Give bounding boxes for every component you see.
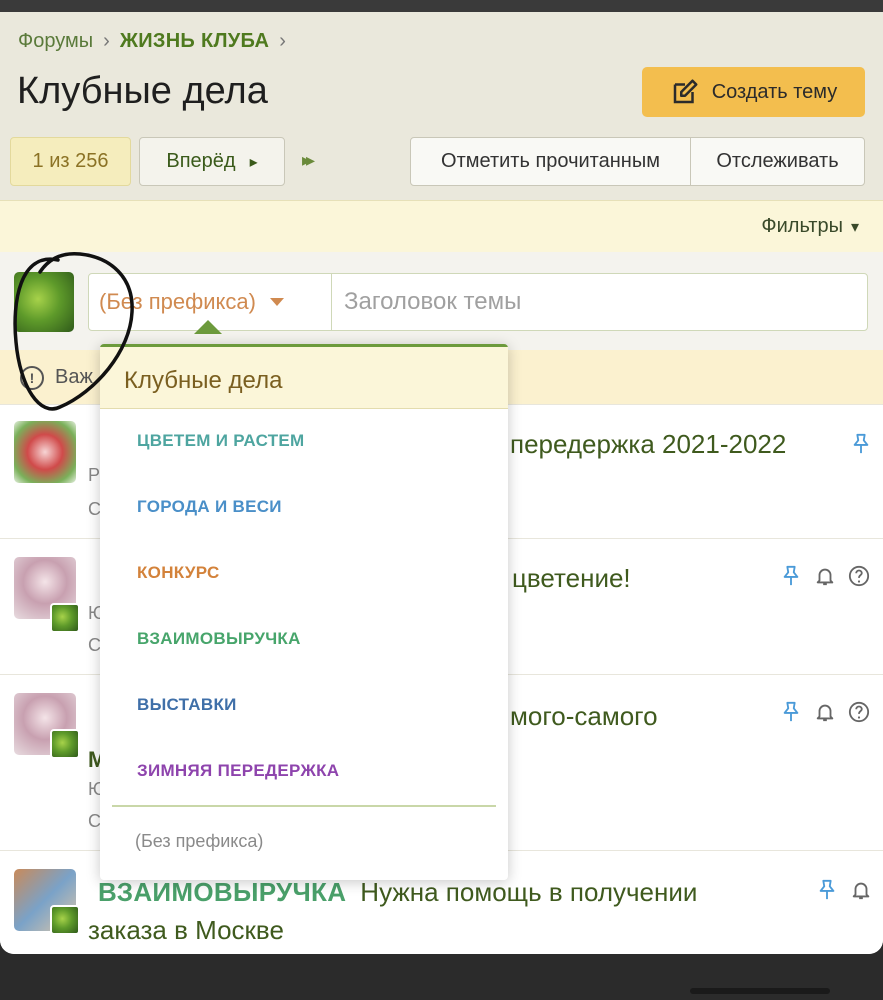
thread-icons [780, 565, 870, 587]
thread-title-continued[interactable]: заказа в Москве [88, 915, 284, 946]
avatar-badge [50, 603, 80, 633]
dropdown-group-header: Клубные дела [100, 347, 508, 409]
edit-icon [673, 79, 698, 104]
page-title: Клубные дела [17, 70, 268, 112]
breadcrumb-separator: › [279, 30, 286, 52]
thread-icons [780, 701, 870, 723]
pager-last-icon[interactable]: ▸▸ [302, 150, 315, 171]
thread-prefix: ВЗАИМОВЫРУЧКА [98, 877, 347, 907]
bottom-bar [0, 954, 883, 1000]
warning-icon: ! [20, 366, 44, 390]
thread-title[interactable]: передержка 2021-2022 [510, 429, 786, 460]
prefix-option[interactable]: КОНКУРС [100, 541, 508, 607]
thread-title[interactable]: ВЗАИМОВЫРУЧКА Нужна помощь в получении [98, 877, 697, 908]
caret-down-icon [269, 298, 284, 306]
avatar-badge [50, 905, 80, 935]
watch-button[interactable]: Отслеживать [691, 138, 864, 185]
pager-current-page[interactable]: 1 из 256 [10, 137, 131, 186]
forum-page: Форумы › ЖИЗНЬ КЛУБА › Клубные дела Созд… [0, 12, 883, 954]
filters-label: Фильтры [761, 215, 843, 237]
prefix-option-none[interactable]: (Без префикса) [100, 807, 508, 852]
mark-read-button[interactable]: Отметить прочитанным [411, 138, 691, 185]
caret-down-icon: ▾ [850, 218, 859, 236]
bell-icon[interactable] [814, 565, 836, 587]
avatar [14, 421, 76, 483]
prefix-option[interactable]: ЗИМНЯЯ ПЕРЕДЕРЖКА [100, 739, 508, 805]
prefix-option[interactable]: ГОРОДА И ВЕСИ [100, 475, 508, 541]
thread-meta: Р [88, 465, 101, 485]
status-strip [0, 0, 883, 12]
prefix-option[interactable]: ЦВЕТЕМ И РАСТЕМ [100, 409, 508, 475]
prefix-option[interactable]: ВЗАИМОВЫРУЧКА [100, 607, 508, 673]
bell-icon[interactable] [814, 701, 836, 723]
help-icon[interactable] [848, 565, 870, 587]
thread-title-text: Нужна помощь в получении [360, 877, 698, 907]
avatar-badge [50, 729, 80, 759]
filters-button[interactable]: Фильтры ▾ [761, 215, 859, 238]
thread-title-input[interactable]: Заголовок темы [332, 274, 867, 330]
pin-icon [783, 701, 799, 722]
create-topic-label: Создать тему [711, 80, 838, 103]
notice-text: Важ [55, 366, 93, 388]
pin-icon [819, 879, 835, 900]
pin-icon [853, 433, 869, 454]
pin-icon [783, 565, 799, 586]
thread-title[interactable]: цветение! [512, 563, 631, 594]
avatar [14, 272, 74, 332]
home-indicator [690, 988, 830, 994]
prefix-option[interactable]: ВЫСТАВКИ [100, 673, 508, 739]
quick-thread-row: (Без префикса) Заголовок темы [0, 252, 883, 350]
prefix-select-value: (Без префикса) [99, 289, 256, 314]
thread-icons [816, 879, 872, 901]
pager-next-button[interactable]: Вперёд ▸ [139, 137, 285, 186]
thread-actions: Отметить прочитанным Отслеживать [410, 137, 865, 186]
pager-next-label: Вперёд [166, 150, 236, 172]
prefix-dropdown: Клубные дела ЦВЕТЕМ И РАСТЕМ ГОРОДА И ВЕ… [100, 344, 508, 880]
thread-icons [850, 433, 872, 455]
bell-icon[interactable] [850, 879, 872, 901]
breadcrumb-section-link[interactable]: ЖИЗНЬ КЛУБА [120, 30, 269, 53]
thread-title[interactable]: мого-самого [510, 701, 658, 732]
chevron-right-icon: ▸ [249, 153, 258, 171]
filters-bar: Фильтры ▾ [0, 200, 883, 252]
dropdown-pointer [194, 320, 222, 334]
help-icon[interactable] [848, 701, 870, 723]
breadcrumb-separator: › [103, 30, 110, 52]
breadcrumb: Форумы › ЖИЗНЬ КЛУБА › [18, 30, 286, 53]
create-topic-button[interactable]: Создать тему [642, 67, 865, 117]
breadcrumb-forums-link[interactable]: Форумы [18, 30, 93, 53]
forum-header: Форумы › ЖИЗНЬ КЛУБА › Клубные дела Созд… [0, 12, 883, 200]
